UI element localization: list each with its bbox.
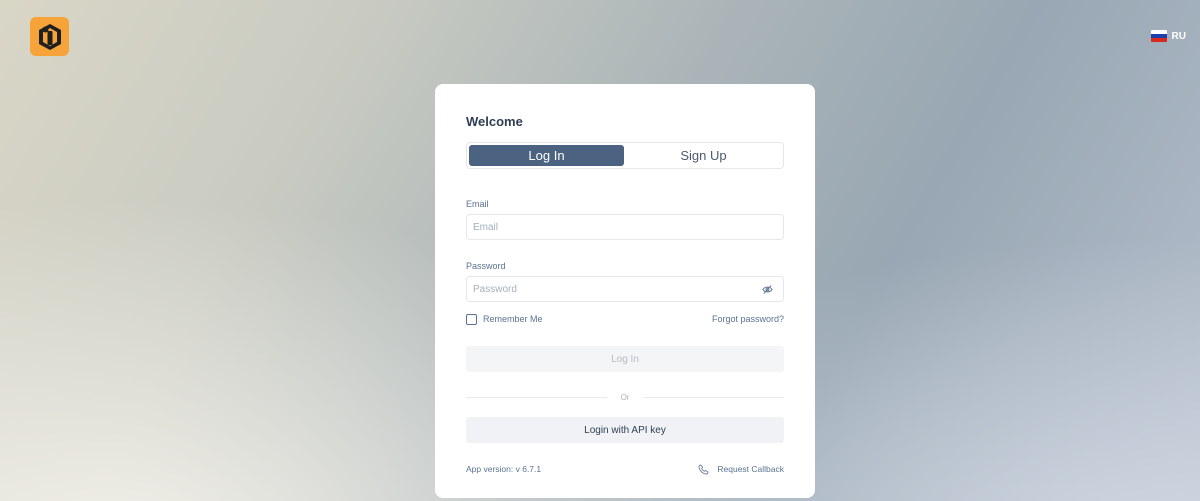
request-callback-link[interactable]: Request Callback xyxy=(698,464,784,475)
language-switcher[interactable]: RU xyxy=(1150,30,1186,42)
options-row: Remember Me Forgot password? xyxy=(466,313,784,325)
password-label: Password xyxy=(466,261,506,271)
russia-flag-icon xyxy=(1150,30,1167,42)
email-field[interactable] xyxy=(467,215,783,239)
request-callback-label: Request Callback xyxy=(717,464,784,474)
remember-me-checkbox[interactable] xyxy=(466,313,477,325)
divider-text: Or xyxy=(620,392,630,402)
card-footer: App version: v 6.7.1 Request Callback xyxy=(466,463,784,475)
password-field[interactable] xyxy=(467,277,783,301)
remember-me-label: Remember Me xyxy=(483,314,543,324)
eye-off-icon[interactable] xyxy=(762,284,773,295)
tab-log-in[interactable]: Log In xyxy=(469,145,624,166)
language-label: RU xyxy=(1171,30,1186,42)
login-with-api-key-button[interactable]: Login with API key xyxy=(466,417,784,443)
log-in-button[interactable]: Log In xyxy=(466,346,784,372)
divider-line-left xyxy=(466,396,607,398)
brand-logo[interactable] xyxy=(30,17,69,56)
divider-line-right xyxy=(643,396,785,398)
auth-tabs: Log In Sign Up xyxy=(466,142,784,169)
phone-icon xyxy=(698,464,709,474)
login-card: Welcome Log In Sign Up Email Password Re… xyxy=(435,84,815,498)
password-field-wrapper xyxy=(466,276,784,302)
brand-logo-icon xyxy=(38,23,61,50)
or-divider: Or xyxy=(466,391,785,403)
tab-sign-up[interactable]: Sign Up xyxy=(626,145,781,166)
email-field-wrapper xyxy=(466,214,784,240)
remember-me[interactable]: Remember Me xyxy=(466,313,543,325)
app-version: App version: v 6.7.1 xyxy=(466,464,542,474)
card-title: Welcome xyxy=(466,114,523,129)
email-label: Email xyxy=(466,199,489,209)
forgot-password-link[interactable]: Forgot password? xyxy=(712,314,784,324)
